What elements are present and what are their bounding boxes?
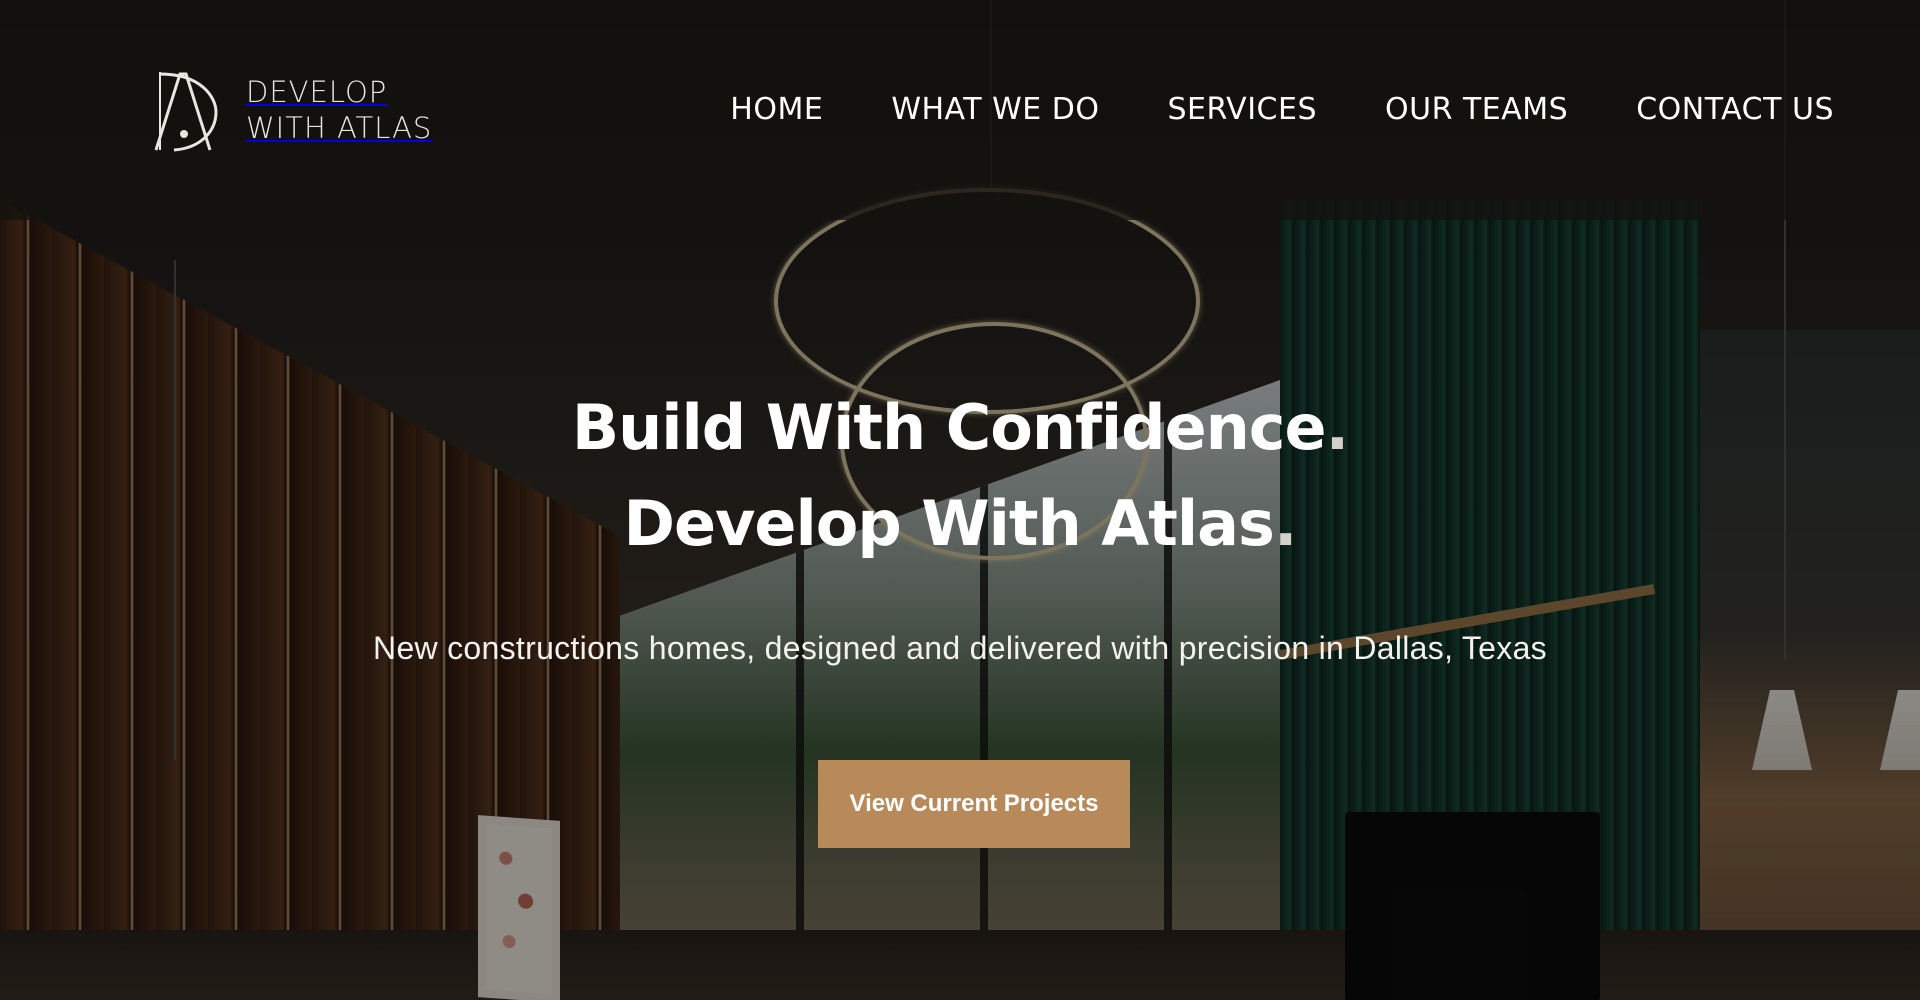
headline-line-2: Develop With Atlas [623,487,1275,560]
view-current-projects-button[interactable]: View Current Projects [818,760,1130,848]
headline-period-2: . [1273,487,1298,560]
nav-what-we-do[interactable]: WHAT WE DO [891,88,1099,132]
headline-period-1: . [1325,391,1350,464]
hero-subtitle: New constructions homes, designed and de… [373,630,1547,666]
nav-services[interactable]: SERVICES [1167,88,1317,132]
logo-line-2: WITH ATLAS [246,111,433,145]
hero-headline: Build With Confidence. Develop With Atla… [0,380,1920,572]
site-header: DEVELOP WITH ATLAS HOME WHAT WE DO SERVI… [0,0,1920,220]
nav-contact-us[interactable]: CONTACT US [1636,88,1834,132]
hero-section: Build With Confidence. Develop With Atla… [0,380,1920,667]
headline-line-1: Build With Confidence [571,391,1327,464]
nav-our-teams[interactable]: OUR TEAMS [1385,88,1568,132]
atlas-monogram-icon [154,72,218,152]
logo-link[interactable]: DEVELOP WITH ATLAS [150,68,432,152]
main-nav: HOME WHAT WE DO SERVICES OUR TEAMS CONTA… [662,88,1834,132]
nav-home[interactable]: HOME [730,88,823,132]
logo-wordmark: DEVELOP WITH ATLAS [246,74,432,146]
logo-line-1: DEVELOP [246,75,388,109]
